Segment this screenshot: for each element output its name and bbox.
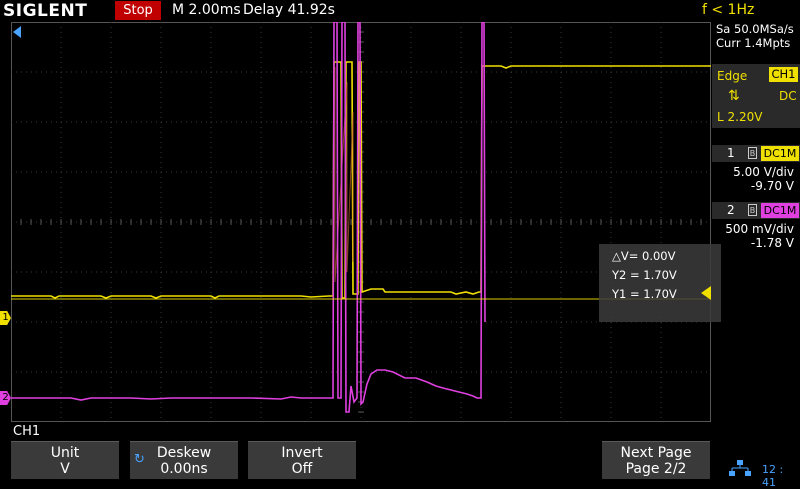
deskew-softkey[interactable]: ↻ Deskew 0.00ns <box>130 441 238 479</box>
trigger-level: L 2.20V <box>717 110 763 124</box>
rise-fall-slope-icon: ⇅ <box>728 88 740 104</box>
memory-depth: Curr 1.4Mpts <box>716 36 791 50</box>
channel-2-coupling: DC1M <box>761 203 799 218</box>
adjust-knob-icon: ↻ <box>134 452 145 467</box>
next-page-softkey[interactable]: Next Page Page 2/2 <box>602 441 710 479</box>
trigger-coupling: DC <box>779 89 797 103</box>
channel-1-number: 1 <box>727 146 735 160</box>
system-clock: 12 : 41 <box>762 463 784 489</box>
channel-2-number: 2 <box>727 203 735 217</box>
softkey-value: Page 2/2 <box>625 461 687 477</box>
run-stop-status[interactable]: Stop <box>115 1 161 20</box>
channel-2-header: 2 B DC1M <box>712 202 800 219</box>
softkey-value: Off <box>291 461 313 477</box>
sample-rate: Sa 50.0MSa/s <box>716 22 794 36</box>
channel-2-panel[interactable]: 2 B DC1M 500 mV/div -1.78 V <box>712 202 800 252</box>
trigger-type: Edge <box>717 69 748 83</box>
channel-1-ground-marker[interactable]: 1 <box>0 311 11 325</box>
waveform-display[interactable]: △V= 0.00V Y2 = 1.70V Y1 = 1.70V <box>11 22 721 422</box>
softkey-value: 0.00ns <box>160 461 208 477</box>
trigger-level-marker[interactable] <box>700 285 712 301</box>
softkey-title: Invert <box>281 445 323 461</box>
delta-v-readout: △V= 0.00V <box>612 249 676 263</box>
menu-channel-label: CH1 <box>13 424 41 439</box>
graticule <box>11 22 711 422</box>
channel-2-offset: -1.78 V <box>750 236 794 250</box>
trigger-panel[interactable]: Edge CH1 ⇅ DC L 2.20V <box>712 64 800 128</box>
timebase-readout[interactable]: M 2.00ms <box>172 2 241 18</box>
softkey-value: V <box>60 461 70 477</box>
channel-2-volts-per-div: 500 mV/div <box>725 222 794 236</box>
cursor-readout-panel: △V= 0.00V Y2 = 1.70V Y1 = 1.70V <box>599 244 721 322</box>
trigger-position-marker[interactable] <box>11 24 23 40</box>
channel-1-offset: -9.70 V <box>750 179 794 193</box>
unit-softkey[interactable]: Unit V <box>11 441 119 479</box>
channel-2-ground-marker[interactable]: 2 <box>0 391 11 405</box>
softkey-title: Next Page <box>620 445 692 461</box>
frequency-counter: f < 1Hz <box>702 2 755 18</box>
softkey-title: Unit <box>50 445 80 461</box>
y2-readout: Y2 = 1.70V <box>612 268 677 282</box>
trigger-source: CH1 <box>769 67 798 82</box>
channel-1-volts-per-div: 5.00 V/div <box>733 165 794 179</box>
channel-1-coupling: DC1M <box>761 146 799 161</box>
softkey-title: Deskew <box>156 445 212 461</box>
channel-1-header: 1 B DC1M <box>712 145 800 162</box>
brand-logo: SIGLENT <box>3 1 88 21</box>
delay-readout[interactable]: Delay 41.92s <box>243 2 335 18</box>
channel-1-panel[interactable]: 1 B DC1M 5.00 V/div -9.70 V <box>712 145 800 195</box>
y1-readout: Y1 = 1.70V <box>612 287 677 301</box>
network-icon <box>729 460 751 476</box>
invert-softkey[interactable]: Invert Off <box>248 441 356 479</box>
top-status-bar: SIGLENT Stop M 2.00ms Delay 41.92s f < 1… <box>0 0 800 22</box>
bandwidth-limit-icon: B <box>748 204 757 216</box>
bandwidth-limit-icon: B <box>748 147 757 159</box>
acquisition-info: Sa 50.0MSa/s Curr 1.4Mpts <box>716 22 800 50</box>
